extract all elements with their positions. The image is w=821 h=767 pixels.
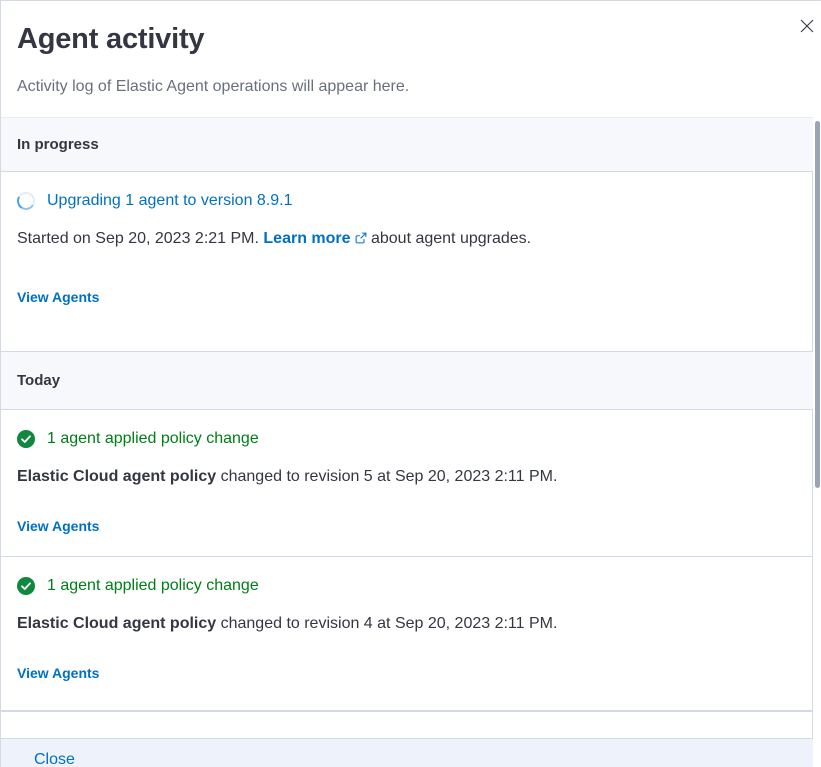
section-header-today: Today	[1, 352, 813, 409]
policy-name: Elastic Cloud agent policy	[17, 468, 216, 485]
close-button[interactable]: Close	[34, 751, 75, 767]
detail-text: changed to revision 4 at Sep 20, 2023 2:…	[216, 615, 557, 632]
section-label-text: In progress	[17, 136, 99, 153]
section-label-text: Today	[17, 372, 60, 389]
activity-description: Started on Sep 20, 2023 2:21 PM. Learn m…	[17, 228, 796, 249]
external-link-icon	[355, 232, 367, 244]
detail-text: changed to revision 5 at Sep 20, 2023 2:…	[216, 468, 557, 485]
scrollbar-thumb[interactable]	[815, 121, 820, 488]
activity-title: 1 agent applied policy change	[47, 576, 259, 596]
section-header-in-progress: In progress	[1, 117, 813, 171]
activity-title-row: 1 agent applied policy change	[17, 429, 796, 449]
activity-title-row: 1 agent applied policy change	[17, 576, 796, 596]
view-agents-button[interactable]: View Agents	[17, 665, 99, 681]
check-in-circle-icon	[17, 430, 35, 448]
learn-more-label: Learn more	[263, 230, 350, 247]
page-subtitle: Activity log of Elastic Agent operations…	[17, 77, 773, 97]
view-agents-button[interactable]: View Agents	[17, 518, 99, 534]
activity-description: Elastic Cloud agent policy changed to re…	[17, 466, 796, 487]
activity-item-upgrade: Upgrading 1 agent to version 8.9.1 Start…	[1, 171, 813, 352]
detail-prefix: Started on Sep 20, 2023 2:21 PM.	[17, 230, 263, 247]
policy-name: Elastic Cloud agent policy	[17, 615, 216, 632]
learn-more-link[interactable]: Learn more	[263, 230, 366, 247]
upgrade-activity-link[interactable]: Upgrading 1 agent to version 8.9.1	[47, 191, 293, 211]
page-title: Agent activity	[17, 21, 773, 57]
close-icon	[800, 19, 814, 33]
view-agents-button[interactable]: View Agents	[17, 289, 99, 305]
flyout-header: Agent activity Activity log of Elastic A…	[1, 1, 821, 117]
activity-item-partial	[1, 711, 813, 739]
detail-suffix: about agent upgrades.	[367, 230, 532, 247]
activity-title: 1 agent applied policy change	[47, 429, 259, 449]
check-in-circle-icon	[17, 577, 35, 595]
activity-item-policy-change: 1 agent applied policy change Elastic Cl…	[1, 556, 813, 711]
loading-spinner-icon	[15, 190, 37, 212]
activity-description: Elastic Cloud agent policy changed to re…	[17, 613, 796, 634]
activity-item-policy-change: 1 agent applied policy change Elastic Cl…	[1, 409, 813, 557]
flyout-footer: Close	[1, 739, 813, 767]
activity-title-row: Upgrading 1 agent to version 8.9.1	[17, 191, 796, 211]
close-flyout-button[interactable]	[795, 14, 819, 38]
agent-activity-flyout: Agent activity Activity log of Elastic A…	[0, 0, 821, 767]
